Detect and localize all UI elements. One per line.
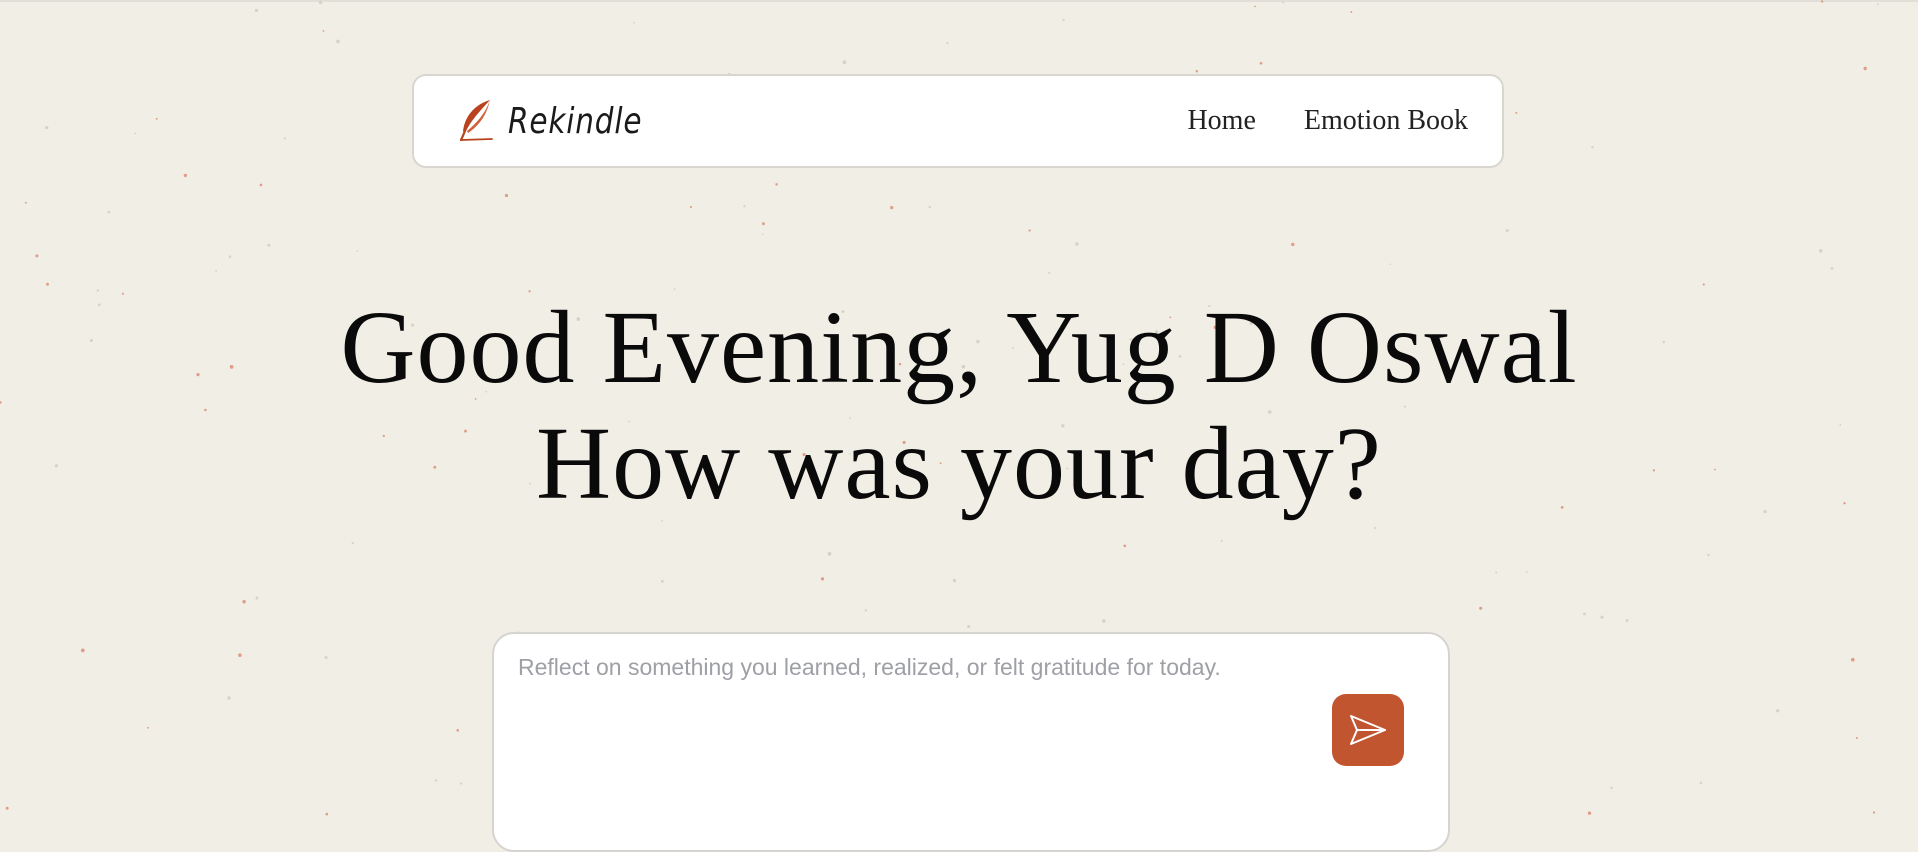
background-speck (324, 656, 328, 659)
background-speck (761, 222, 765, 226)
background-speck (1254, 5, 1257, 8)
background-speck (1259, 61, 1263, 65)
top-border (0, 0, 1918, 2)
nav-links: Home Emotion Book (1187, 105, 1468, 137)
reflection-input[interactable] (518, 652, 1398, 682)
background-speck (1850, 657, 1855, 662)
brand-name: Rekindle (508, 100, 643, 142)
background-speck (35, 254, 39, 258)
background-speck (80, 648, 85, 653)
background-speck (1702, 283, 1705, 286)
background-speck (255, 596, 259, 600)
background-speck (1525, 571, 1528, 573)
background-speck (1876, 3, 1879, 6)
background-speck (1863, 66, 1867, 71)
background-speck (1075, 242, 1079, 246)
hero: Good Evening, Yug D Oswal How was your d… (0, 290, 1918, 522)
background-speck (1610, 786, 1613, 790)
background-speck (1291, 242, 1295, 247)
background-speck (1707, 553, 1710, 557)
background-speck (1350, 11, 1353, 14)
background-speck (238, 653, 242, 657)
background-speck (183, 173, 188, 178)
background-speck (504, 193, 509, 198)
background-speck (351, 542, 354, 545)
background-speck (827, 552, 832, 556)
background-speck (1479, 606, 1483, 610)
send-button[interactable] (1332, 694, 1404, 766)
background-speck (5, 806, 9, 810)
background-speck (1389, 263, 1392, 266)
background-speck (1855, 736, 1858, 740)
background-speck (928, 205, 932, 209)
background-speck (456, 728, 460, 732)
background-speck (322, 30, 325, 32)
background-speck (46, 282, 49, 286)
background-speck (283, 137, 286, 140)
question-heading: How was your day? (536, 406, 1382, 521)
background-speck (1123, 544, 1127, 548)
background-speck (1495, 571, 1498, 574)
background-speck (864, 609, 867, 612)
background-speck (689, 205, 693, 209)
background-speck (820, 577, 825, 581)
background-speck (107, 210, 111, 214)
brand[interactable]: Rekindle (456, 98, 672, 144)
background-speck (967, 625, 971, 629)
navbar: Rekindle Home Emotion Book (412, 74, 1504, 168)
background-speck (434, 779, 438, 782)
feather-icon (456, 98, 498, 144)
background-speck (227, 696, 231, 700)
background-speck (761, 233, 764, 236)
greeting-heading: Good Evening, Yug D Oswal (340, 290, 1578, 405)
background-speck (890, 205, 894, 210)
background-speck (254, 8, 259, 13)
background-speck (1587, 811, 1592, 815)
background-speck (1830, 267, 1834, 270)
background-speck (1028, 229, 1031, 232)
background-speck (45, 126, 49, 130)
background-speck (1583, 612, 1586, 616)
journal-composer (492, 632, 1450, 852)
background-speck (1515, 111, 1518, 114)
background-speck (1195, 70, 1199, 73)
background-speck (775, 183, 778, 186)
background-speck (946, 41, 949, 45)
background-speck (1048, 271, 1051, 274)
background-speck (259, 183, 263, 187)
background-speck (267, 243, 271, 247)
background-speck (1505, 228, 1509, 233)
background-speck (242, 599, 246, 604)
background-speck (1872, 811, 1876, 814)
background-speck (1374, 526, 1377, 530)
background-speck (1220, 539, 1223, 542)
nav-home-link[interactable]: Home (1187, 105, 1255, 137)
background-speck (155, 117, 158, 120)
background-speck (1699, 781, 1703, 785)
background-speck (1625, 618, 1629, 622)
background-speck (1818, 249, 1823, 253)
background-speck (952, 578, 957, 583)
background-speck (743, 205, 746, 208)
background-speck (1600, 615, 1604, 619)
background-speck (336, 39, 340, 44)
background-speck (215, 270, 218, 272)
background-speck (660, 579, 664, 583)
background-speck (842, 60, 847, 65)
background-speck (633, 21, 635, 24)
background-speck (1062, 18, 1065, 22)
background-speck (460, 782, 463, 785)
background-speck (1591, 146, 1594, 149)
send-icon (1348, 712, 1388, 748)
background-speck (356, 250, 359, 252)
background-speck (325, 812, 329, 816)
background-speck (228, 255, 232, 258)
background-speck (134, 132, 137, 135)
background-speck (147, 726, 149, 729)
background-speck (1776, 709, 1780, 713)
background-speck (24, 201, 27, 204)
background-speck (1102, 619, 1106, 623)
nav-emotion-book-link[interactable]: Emotion Book (1304, 105, 1468, 137)
